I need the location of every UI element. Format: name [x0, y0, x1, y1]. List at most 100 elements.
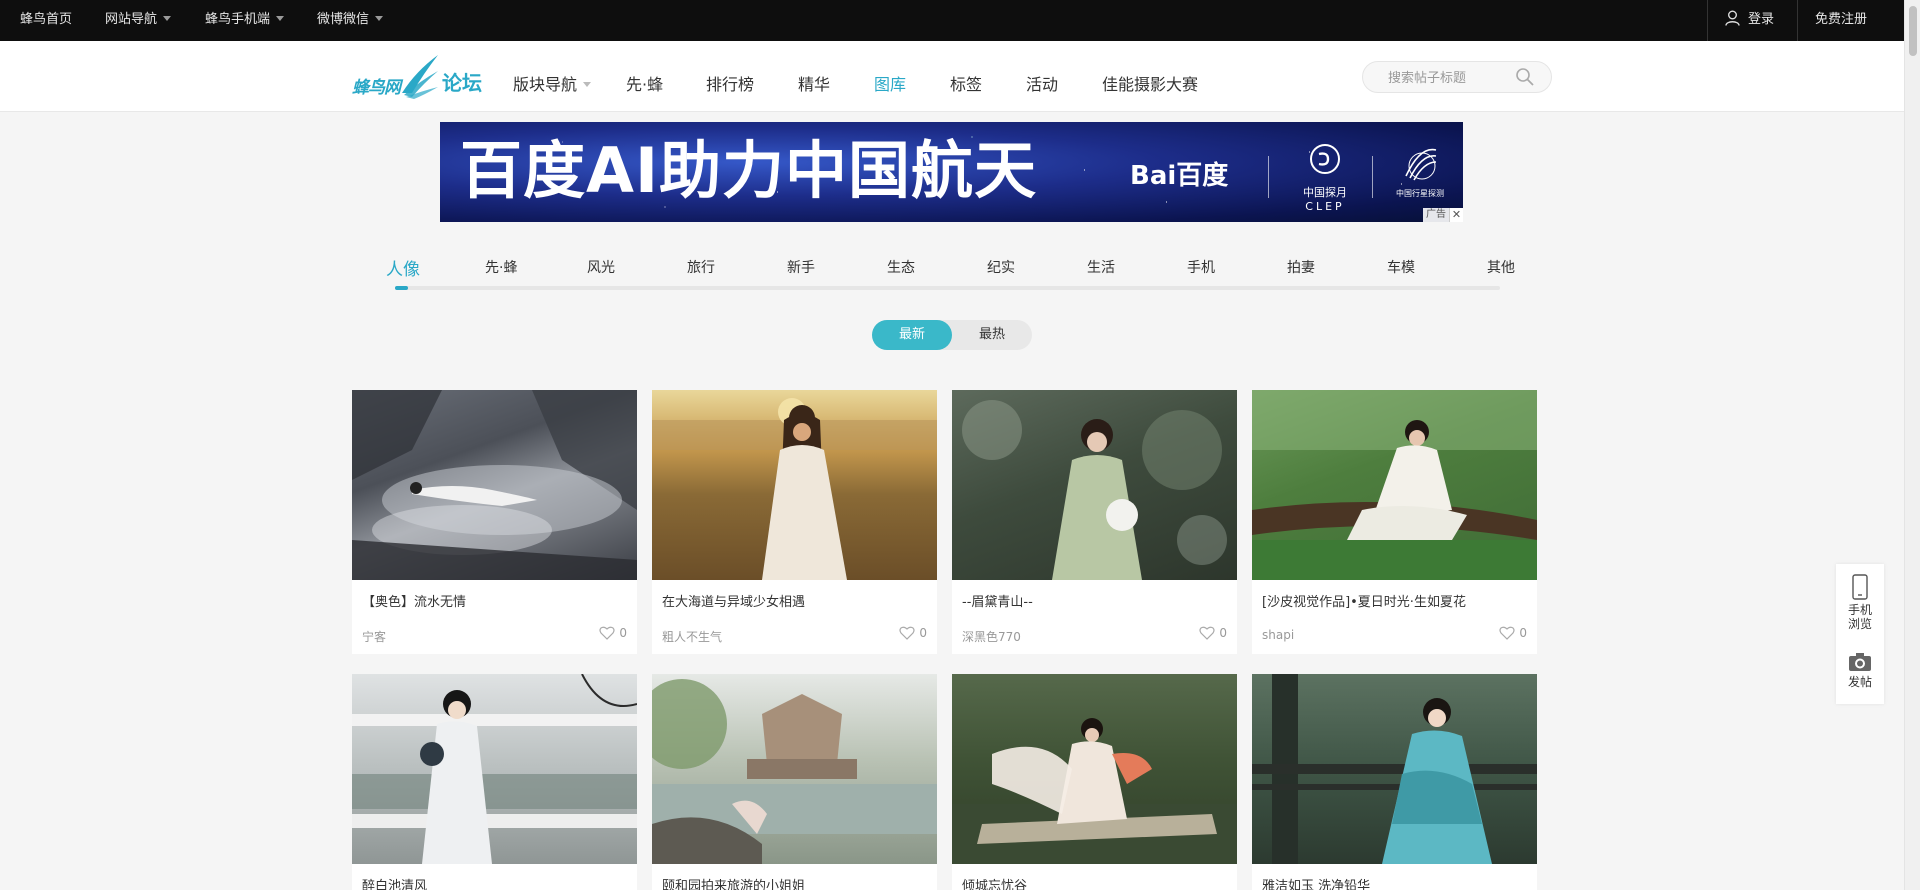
heart-icon	[1499, 626, 1515, 640]
category-tab-life[interactable]: 生活	[1087, 257, 1115, 277]
logo-text: 蜂鸟网	[352, 78, 401, 98]
category-tab-ecology[interactable]: 生态	[887, 257, 915, 277]
ad-label: 广告	[1423, 208, 1449, 222]
nav-item-gallery[interactable]: 图库	[874, 71, 906, 95]
topbar-mobile-menu[interactable]: 蜂鸟手机端	[205, 0, 285, 41]
topbar-site-nav-menu[interactable]: 网站导航	[105, 0, 172, 41]
chevron-down-icon	[276, 16, 285, 21]
like-counter[interactable]: 0	[899, 626, 927, 640]
photo-card[interactable]: 醉白池清风	[352, 674, 637, 890]
mobile-browse-button[interactable]: 手机 浏览	[1836, 574, 1884, 631]
category-tab-documentary[interactable]: 纪实	[987, 257, 1015, 277]
like-count: 0	[919, 626, 927, 640]
banner-divider	[1268, 156, 1269, 198]
nav-item-tags[interactable]: 标签	[950, 71, 982, 95]
photo-thumbnail[interactable]	[1252, 674, 1537, 864]
topbar-home-link[interactable]: 蜂鸟首页	[20, 0, 72, 41]
category-tab-xianfeng[interactable]: 先·蜂	[485, 257, 517, 277]
card-title[interactable]: 倾城忘忧谷	[962, 875, 1027, 890]
photo-thumbnail[interactable]	[652, 390, 937, 580]
mobile-browse-label-1: 手机	[1847, 603, 1872, 617]
search-input[interactable]	[1388, 68, 1518, 88]
photo-card[interactable]: 【奥色】流水无情 宁客 0	[352, 390, 637, 654]
mobile-browse-label-2: 浏览	[1847, 617, 1872, 631]
ad-banner[interactable]: 百度AI助力中国航天 Bai百度 中国探月 CLEP 中国行星探测 广告 ✕	[440, 122, 1463, 222]
photo-card[interactable]: 颐和园拍来旅游的小姐姐	[652, 674, 937, 890]
photo-illustration	[1252, 674, 1537, 864]
login-link[interactable]: 登录	[1725, 0, 1774, 41]
floating-toolbar: 手机 浏览 发帖	[1836, 564, 1884, 704]
card-title[interactable]: 颐和园拍来旅游的小姐姐	[662, 875, 805, 890]
card-title[interactable]: 在大海道与异域少女相遇	[662, 591, 805, 610]
ad-close-icon[interactable]: ✕	[1449, 208, 1463, 222]
photo-thumbnail[interactable]	[652, 674, 937, 864]
card-title[interactable]: --眉黛青山--	[962, 591, 1033, 610]
post-button[interactable]: 发帖	[1836, 652, 1884, 689]
topbar-weibo-menu[interactable]: 微博微信	[317, 0, 384, 41]
nav-item-events[interactable]: 活动	[1026, 71, 1058, 95]
photo-thumbnail[interactable]	[352, 674, 637, 864]
like-count: 0	[619, 626, 627, 640]
photo-card[interactable]: [沙皮视觉作品]•夏日时光·生如夏花 shapi 0	[1252, 390, 1537, 654]
category-tab-portrait[interactable]: 人像	[386, 255, 420, 280]
photo-thumbnail[interactable]	[952, 390, 1237, 580]
chevron-down-icon	[163, 16, 172, 21]
category-tab-travel[interactable]: 旅行	[687, 257, 715, 277]
nav-item-featured[interactable]: 精华	[798, 71, 830, 95]
logo-luntan: 论坛	[442, 71, 482, 95]
card-author[interactable]: 粗人不生气	[662, 628, 722, 645]
heart-icon	[899, 626, 915, 640]
like-counter[interactable]: 0	[1499, 626, 1527, 640]
card-title[interactable]: 雅洁如玉 洗净铅华	[1262, 875, 1370, 890]
card-title[interactable]: 醉白池清风	[362, 875, 427, 890]
sort-newest-button[interactable]: 最新	[872, 320, 952, 350]
like-counter[interactable]: 0	[1199, 626, 1227, 640]
photo-thumbnail[interactable]	[952, 674, 1237, 864]
search-icon[interactable]	[1515, 67, 1535, 87]
category-tab-landscape[interactable]: 风光	[587, 257, 615, 277]
photo-card[interactable]: 雅洁如玉 洗净铅华	[1252, 674, 1537, 890]
like-count: 0	[1519, 626, 1527, 640]
page-scrollbar[interactable]	[1904, 0, 1920, 890]
category-tab-beginner[interactable]: 新手	[787, 257, 815, 277]
nav-item-sections[interactable]: 版块导航	[513, 71, 592, 95]
nav-item-canon-contest[interactable]: 佳能摄影大赛	[1102, 71, 1198, 95]
photo-illustration	[652, 679, 937, 864]
card-title[interactable]: 【奥色】流水无情	[362, 591, 466, 610]
category-tab-wife[interactable]: 拍妻	[1287, 257, 1315, 277]
planet-exploration-icon	[1405, 148, 1437, 181]
card-author[interactable]: 宁客	[362, 628, 386, 645]
photo-card[interactable]: --眉黛青山-- 深黑色770 0	[952, 390, 1237, 654]
clep-cn-label: 中国探月	[1303, 186, 1347, 199]
category-active-indicator	[395, 286, 408, 290]
mobile-label: 蜂鸟手机端	[205, 12, 271, 27]
category-tab-mobile[interactable]: 手机	[1187, 257, 1215, 277]
category-tab-other[interactable]: 其他	[1487, 257, 1515, 277]
topbar-divider	[1797, 0, 1798, 41]
category-scroll-track[interactable]	[395, 286, 1500, 290]
like-counter[interactable]: 0	[599, 626, 627, 640]
card-author[interactable]: shapi	[1262, 628, 1294, 642]
clep-logo: 中国探月 CLEP	[1285, 142, 1365, 213]
chevron-down-icon	[375, 16, 384, 21]
scrollbar-thumb[interactable]	[1909, 6, 1917, 56]
clep-en-label: CLEP	[1305, 200, 1345, 213]
photo-illustration	[352, 674, 637, 864]
category-tab-car-model[interactable]: 车模	[1387, 257, 1415, 277]
like-count: 0	[1219, 626, 1227, 640]
photo-card[interactable]: 倾城忘忧谷	[952, 674, 1237, 890]
nav-item-xianfeng[interactable]: 先·蜂	[626, 71, 663, 95]
card-author[interactable]: 深黑色770	[962, 628, 1021, 645]
heart-icon	[599, 626, 615, 640]
weibo-label: 微博微信	[317, 12, 370, 27]
sort-toggle: 最新 最热	[872, 320, 1032, 350]
photo-thumbnail[interactable]	[1252, 390, 1537, 580]
sort-hottest-button[interactable]: 最热	[952, 320, 1032, 350]
baidu-logo: Bai百度	[1130, 161, 1229, 191]
nav-item-ranking[interactable]: 排行榜	[706, 71, 754, 95]
card-title[interactable]: [沙皮视觉作品]•夏日时光·生如夏花	[1262, 591, 1466, 610]
photo-thumbnail[interactable]	[352, 390, 637, 580]
site-logo[interactable]: 蜂鸟网 论坛	[352, 51, 487, 103]
photo-card[interactable]: 在大海道与异域少女相遇 粗人不生气 0	[652, 390, 937, 654]
register-link[interactable]: 免费注册	[1815, 0, 1867, 41]
